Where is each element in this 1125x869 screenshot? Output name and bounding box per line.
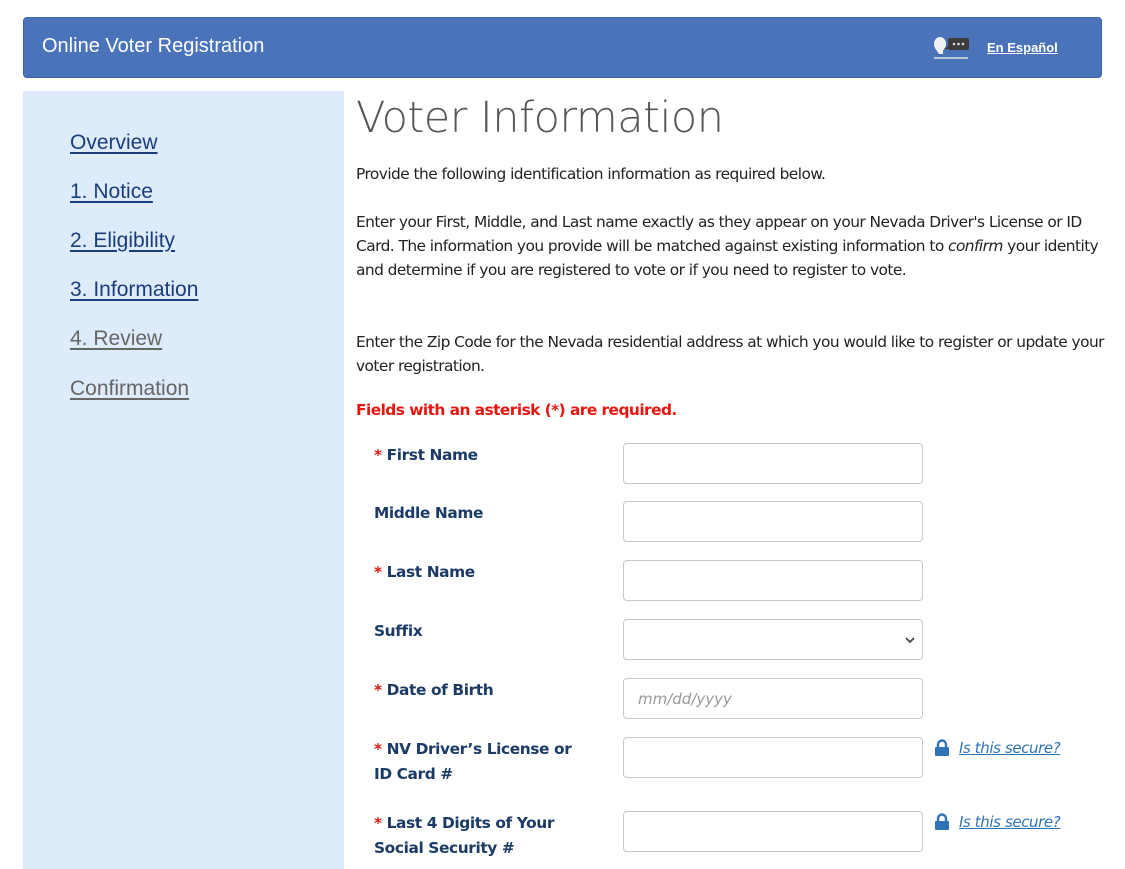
date-of-birth-label: * Date of Birth bbox=[374, 678, 594, 703]
nav-information[interactable]: 3. Information bbox=[70, 278, 198, 302]
lock-icon bbox=[935, 813, 949, 830]
drivers-license-input[interactable] bbox=[623, 737, 923, 778]
required-fields-note: Fields with an asterisk (*) are required… bbox=[356, 401, 677, 419]
middle-name-input[interactable] bbox=[623, 501, 923, 542]
drivers-license-label-text: NV Driver’s License or ID Card # bbox=[374, 740, 572, 783]
ssn-security-link[interactable]: Is this secure? bbox=[934, 813, 1061, 831]
middle-name-label: Middle Name bbox=[374, 501, 594, 526]
nav-review[interactable]: 4. Review bbox=[70, 327, 162, 351]
spanish-language-link[interactable]: En Español bbox=[987, 40, 1058, 55]
date-of-birth-input[interactable] bbox=[623, 678, 923, 719]
license-security-link-text[interactable]: Is this secure? bbox=[959, 739, 1061, 757]
lock-icon bbox=[935, 739, 949, 756]
speaking-person-icon[interactable] bbox=[931, 34, 971, 62]
last-name-input[interactable] bbox=[623, 560, 923, 601]
nav-overview[interactable]: Overview bbox=[70, 131, 158, 155]
nav-eligibility[interactable]: 2. Eligibility bbox=[70, 229, 175, 253]
name-instructions: Enter your First, Middle, and Last name … bbox=[356, 210, 1104, 282]
app-header: Online Voter Registration En Español bbox=[23, 17, 1102, 78]
first-name-label-text: First Name bbox=[386, 446, 478, 464]
first-name-label: * First Name bbox=[374, 443, 594, 468]
app-title: Online Voter Registration bbox=[42, 35, 265, 57]
step-navigation: Overview 1. Notice 2. Eligibility 3. Inf… bbox=[23, 91, 344, 869]
nav-notice[interactable]: 1. Notice bbox=[70, 180, 153, 204]
drivers-license-label: * NV Driver’s License or ID Card # bbox=[374, 737, 584, 787]
page-title: Voter Information bbox=[356, 93, 724, 143]
zip-instructions: Enter the Zip Code for the Nevada reside… bbox=[356, 333, 1105, 375]
required-asterisk: * bbox=[374, 563, 382, 581]
first-name-input[interactable] bbox=[623, 443, 923, 484]
required-asterisk: * bbox=[374, 814, 382, 832]
license-security-link[interactable]: Is this secure? bbox=[934, 739, 1061, 757]
ssn-security-link-text[interactable]: Is this secure? bbox=[959, 813, 1061, 831]
name-instructions-emphasis: confirm bbox=[948, 237, 1003, 255]
ssn-last4-input[interactable] bbox=[623, 811, 923, 852]
nav-confirmation[interactable]: Confirmation bbox=[70, 377, 189, 401]
suffix-label-text: Suffix bbox=[374, 622, 423, 640]
ssn-last4-label-text: Last 4 Digits of Your Social Security # bbox=[374, 814, 555, 857]
suffix-select[interactable] bbox=[623, 619, 923, 660]
last-name-label-text: Last Name bbox=[386, 563, 476, 581]
ssn-last4-label: * Last 4 Digits of Your Social Security … bbox=[374, 811, 584, 861]
date-of-birth-label-text: Date of Birth bbox=[386, 681, 494, 699]
intro-text: Provide the following identification inf… bbox=[356, 165, 826, 183]
chevron-down-icon bbox=[905, 637, 915, 644]
required-asterisk: * bbox=[374, 740, 382, 758]
suffix-label: Suffix bbox=[374, 619, 594, 644]
middle-name-label-text: Middle Name bbox=[374, 504, 484, 522]
required-asterisk: * bbox=[374, 446, 382, 464]
last-name-label: * Last Name bbox=[374, 560, 594, 585]
required-asterisk: * bbox=[374, 681, 382, 699]
